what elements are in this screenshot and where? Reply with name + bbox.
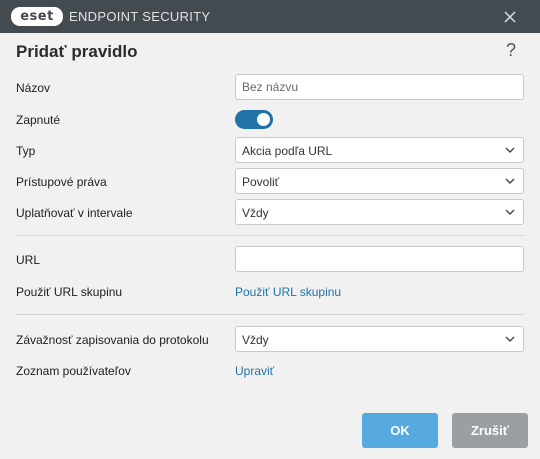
edit-user-list-link[interactable]: Upraviť xyxy=(235,364,274,378)
app-title: ENDPOINT SECURITY xyxy=(69,9,211,24)
url-group-label: Použiť URL skupinu xyxy=(16,285,123,299)
chevron-down-icon xyxy=(505,209,515,215)
section-divider xyxy=(16,235,524,236)
ok-button[interactable]: OK xyxy=(362,413,438,448)
chevron-down-icon xyxy=(505,178,515,184)
type-select-value: Akcia podľa URL xyxy=(242,144,333,158)
url-input[interactable] xyxy=(235,246,524,272)
eset-logo: eset xyxy=(11,7,63,26)
chevron-down-icon xyxy=(505,336,515,342)
help-button[interactable]: ? xyxy=(502,40,520,62)
type-select[interactable]: Akcia podľa URL xyxy=(235,137,524,163)
dialog-title: Pridať pravidlo xyxy=(16,42,138,61)
enabled-toggle[interactable] xyxy=(235,110,273,129)
logo-text: eset xyxy=(20,9,54,24)
type-label: Typ xyxy=(16,144,36,158)
cancel-button[interactable]: Zrušiť xyxy=(452,413,528,448)
apply-interval-select[interactable]: Vždy xyxy=(235,199,524,225)
use-url-group-link[interactable]: Použiť URL skupinu xyxy=(235,285,341,299)
title-bar: eset ENDPOINT SECURITY xyxy=(0,0,540,33)
apply-interval-select-value: Vždy xyxy=(242,206,269,220)
toggle-knob xyxy=(257,113,270,126)
enabled-label: Zapnuté xyxy=(16,113,61,127)
access-rights-label: Prístupové práva xyxy=(16,175,107,189)
chevron-down-icon xyxy=(505,147,515,153)
close-icon xyxy=(504,11,516,23)
name-label: Názov xyxy=(16,81,51,95)
access-rights-select[interactable]: Povoliť xyxy=(235,168,524,194)
user-list-label: Zoznam používateľov xyxy=(16,364,131,378)
access-rights-select-value: Povoliť xyxy=(242,175,280,189)
log-severity-select[interactable]: Vždy xyxy=(235,326,524,352)
url-label: URL xyxy=(16,253,41,267)
close-button[interactable] xyxy=(498,5,522,29)
apply-interval-label: Uplatňovať v intervale xyxy=(16,206,133,220)
log-severity-select-value: Vždy xyxy=(242,333,269,347)
section-divider xyxy=(16,314,524,315)
log-severity-label: Závažnosť zapisovania do protokolu xyxy=(16,333,209,347)
name-input[interactable] xyxy=(235,74,524,100)
